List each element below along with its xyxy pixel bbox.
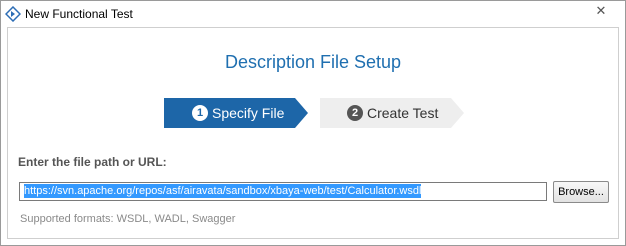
new-functional-test-window: New Functional Test ✕ Description File S… [0, 0, 626, 246]
close-button[interactable]: ✕ [578, 1, 624, 21]
file-path-input[interactable]: https://svn.apache.org/repos/asf/airavat… [19, 182, 547, 201]
window-title: New Functional Test [25, 7, 133, 21]
wizard-step-specify-file[interactable]: 1 Specify File [164, 98, 308, 128]
browse-button[interactable]: Browse... [553, 181, 609, 203]
supported-formats-hint: Supported formats: WSDL, WADL, Swagger [20, 213, 236, 225]
file-path-label: Enter the file path or URL: [18, 155, 167, 169]
diamond-arrows-icon [4, 5, 22, 23]
step-number-badge: 1 [192, 105, 208, 121]
wizard-step-create-test[interactable]: 2 Create Test [320, 98, 464, 128]
dialog-content: Description File Setup 1 Specify File 2 … [7, 27, 619, 239]
step-number-badge: 2 [347, 105, 363, 121]
file-path-value: https://svn.apache.org/repos/asf/airavat… [24, 184, 422, 198]
title-bar: New Functional Test ✕ [1, 1, 625, 27]
close-icon: ✕ [595, 3, 607, 18]
dialog-heading: Description File Setup [224, 52, 402, 72]
step-label: Specify File [212, 105, 285, 121]
step-label: Create Test [367, 105, 439, 121]
